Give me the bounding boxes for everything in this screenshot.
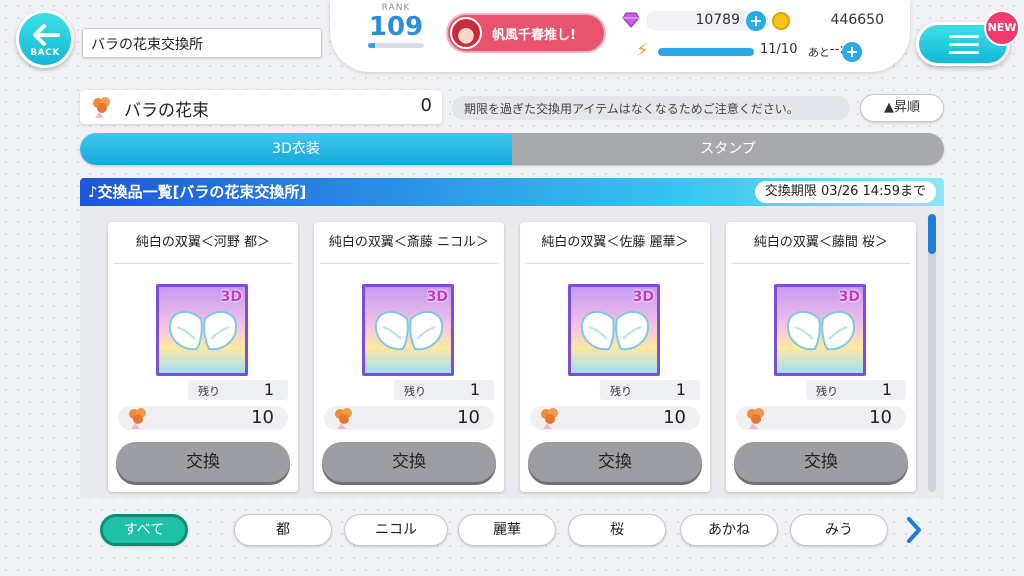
oshi-text: 帆風千春推し! <box>492 28 576 43</box>
owned-item-bar: バラの花束 0 <box>80 90 442 124</box>
exchange-cost: 10 <box>118 406 288 430</box>
item-thumbnail[interactable]: 3D <box>774 284 866 376</box>
filter-chip[interactable]: あかね <box>680 514 778 546</box>
hamburger-icon <box>949 35 979 38</box>
page-title: バラの花束交換所 <box>82 28 322 58</box>
coin-icon <box>772 12 790 30</box>
filter-chip[interactable]: みう <box>790 514 888 546</box>
remaining-label: 残り <box>816 385 838 398</box>
filter-chip[interactable]: 桜 <box>568 514 666 546</box>
remaining-label: 残り <box>610 385 632 398</box>
add-stamina-button[interactable]: + <box>842 42 862 62</box>
rose-bouquet-icon <box>335 408 352 429</box>
back-button[interactable]: BACK <box>16 10 74 68</box>
exchange-cost: 10 <box>324 406 494 430</box>
avatar <box>450 17 482 49</box>
remaining-label: 残り <box>198 385 220 398</box>
deadline-value: 03/26 14:59まで <box>820 184 926 199</box>
wings-icon <box>374 310 444 351</box>
item-thumbnail[interactable]: 3D <box>568 284 660 376</box>
sort-button[interactable]: ▲昇順 <box>860 94 944 122</box>
stamina-value: 11/10 <box>760 42 798 57</box>
exchange-card: 純白の双翼＜斎藤 ニコル＞ 3D 残り 1 10 交換 <box>314 222 504 492</box>
owned-item-label: バラの花束 <box>124 101 209 121</box>
oshi-banner[interactable]: 帆風千春推し! <box>446 13 606 53</box>
rank-display: RANK 109 <box>362 3 430 63</box>
remaining-stock: 残り 1 <box>188 380 288 400</box>
exchange-button[interactable]: 交換 <box>528 442 702 482</box>
exchange-button[interactable]: 交換 <box>322 442 496 482</box>
tab-stamp[interactable]: スタンプ <box>512 133 944 165</box>
exchange-card: 純白の双翼＜佐藤 麗華＞ 3D 残り 1 10 交換 <box>520 222 710 492</box>
scroll-thumb[interactable] <box>928 214 936 254</box>
rank-progress-bar <box>368 43 424 48</box>
wings-icon <box>580 310 650 351</box>
wings-icon <box>168 310 238 351</box>
card-item-name: 純白の双翼＜佐藤 麗華＞ <box>526 222 704 264</box>
3d-badge: 3D <box>632 289 654 305</box>
card-item-name: 純白の双翼＜河野 都＞ <box>114 222 292 264</box>
new-badge: NEW <box>984 10 1020 46</box>
gem-counter: 10789 + <box>646 11 766 31</box>
remaining-stock: 残り 1 <box>600 380 700 400</box>
remaining-value: 1 <box>675 380 686 399</box>
category-tabs: 3D衣装 スタンプ <box>80 133 944 165</box>
currency-row: 10789 + 446650 <box>622 11 890 33</box>
remaining-value: 1 <box>263 380 274 399</box>
filter-chip[interactable]: 都 <box>234 514 332 546</box>
rose-bouquet-icon <box>747 408 764 429</box>
exchange-card: 純白の双翼＜河野 都＞ 3D 残り 1 10 交換 <box>108 222 298 492</box>
coin-value: 446650 <box>830 12 884 28</box>
stamina-bar <box>658 48 754 56</box>
filter-chip[interactable]: すべて <box>100 514 188 546</box>
exchange-list-header: ♪交換品一覧[バラの花束交換所] 交換期限 03/26 14:59まで <box>80 178 944 206</box>
exchange-card: 純白の双翼＜藤間 桜＞ 3D 残り 1 10 交換 <box>726 222 916 492</box>
cost-value: 10 <box>869 407 892 428</box>
deadline-label: 交換期限 <box>764 184 817 199</box>
exchange-cost: 10 <box>736 406 906 430</box>
gem-icon <box>622 12 640 28</box>
back-label: BACK <box>30 48 60 58</box>
cost-value: 10 <box>251 407 274 428</box>
expiry-notice: 期限を過ぎた交換用アイテムはなくなるためご注意ください。 <box>452 96 850 120</box>
cost-value: 10 <box>457 407 480 428</box>
rank-value: 109 <box>368 12 424 42</box>
filter-chip[interactable]: ニコル <box>344 514 448 546</box>
remaining-stock: 残り 1 <box>806 380 906 400</box>
rose-bouquet-icon <box>541 408 558 429</box>
exchange-cost: 10 <box>530 406 700 430</box>
chevron-right-icon[interactable] <box>902 514 926 546</box>
rose-bouquet-icon <box>93 97 110 118</box>
3d-badge: 3D <box>220 289 242 305</box>
filter-chip[interactable]: 麗華 <box>458 514 556 546</box>
gem-value: 10789 <box>695 12 740 28</box>
remaining-value: 1 <box>881 380 892 399</box>
exchange-list-title: ♪交換品一覧[バラの花束交換所] <box>88 183 307 201</box>
card-item-name: 純白の双翼＜斎藤 ニコル＞ <box>320 222 498 264</box>
stamina-row: ⚡ 11/10 あと --:-- + <box>636 40 896 64</box>
exchange-button[interactable]: 交換 <box>116 442 290 482</box>
remaining-label: 残り <box>404 385 426 398</box>
tab-3d-costume[interactable]: 3D衣装 <box>80 133 512 165</box>
wings-icon <box>786 310 856 351</box>
item-thumbnail[interactable]: 3D <box>362 284 454 376</box>
add-gems-button[interactable]: + <box>746 11 766 31</box>
3d-badge: 3D <box>426 289 448 305</box>
remaining-stock: 残り 1 <box>394 380 494 400</box>
exchange-button[interactable]: 交換 <box>734 442 908 482</box>
cost-value: 10 <box>663 407 686 428</box>
owned-item-count: 0 <box>420 95 432 116</box>
stamina-remaining-label: あと <box>808 46 830 59</box>
card-item-name: 純白の双翼＜藤間 桜＞ <box>732 222 910 264</box>
remaining-value: 1 <box>469 380 480 399</box>
deadline-badge: 交換期限 03/26 14:59まで <box>754 181 936 203</box>
3d-badge: 3D <box>838 289 860 305</box>
rose-bouquet-icon <box>129 408 146 429</box>
item-thumbnail[interactable]: 3D <box>156 284 248 376</box>
stamina-icon: ⚡ <box>636 40 649 61</box>
arrow-left-icon <box>33 24 60 46</box>
scrollbar[interactable] <box>928 214 936 492</box>
